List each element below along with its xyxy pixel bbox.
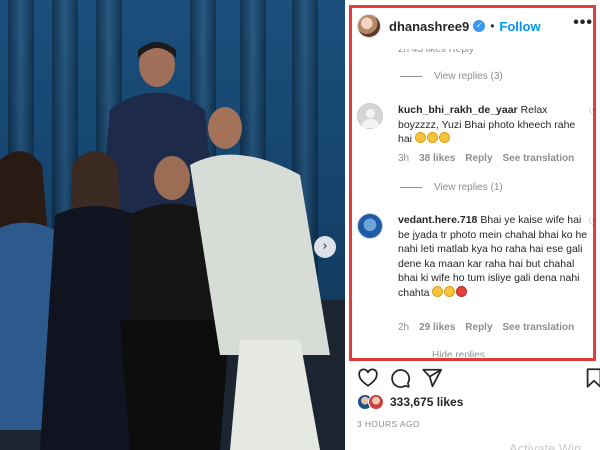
likes-summary: 333,675 likes (357, 394, 463, 410)
reply-thread-line (400, 76, 422, 77)
view-replies-button[interactable]: View replies (1) (400, 182, 503, 193)
comment-text-block: vedant.here.718 Bhai ye kaise wife hai b… (398, 213, 590, 300)
follow-button[interactable]: Follow (499, 19, 540, 34)
comment-item: vedant.here.718 Bhai ye kaise wife hai b… (357, 213, 597, 338)
share-paper-plane-icon[interactable] (421, 367, 443, 389)
post-header: dhanashree9 ✓ • Follow ••• (357, 10, 597, 42)
author-username[interactable]: dhanashree9 (389, 19, 469, 34)
commenter-avatar[interactable] (357, 213, 383, 239)
reply-thread-line (400, 187, 422, 188)
comment-text: Bhai ye kaise wife hai be jyada tr photo… (398, 214, 588, 299)
view-replies-button[interactable]: View replies (3) (400, 71, 503, 82)
more-options-icon[interactable]: ••• (573, 14, 593, 32)
commenter-username[interactable]: vedant.here.718 (398, 214, 477, 226)
liker-avatar (368, 394, 384, 410)
like-heart-icon[interactable] (357, 367, 379, 389)
post-photo: › (0, 0, 345, 450)
comment-meta: 3h 38 likes Reply See translation (398, 153, 574, 164)
comment-time: 3h (398, 153, 410, 164)
screaming-face-emoji-icon (432, 285, 444, 297)
comment-like-heart-icon[interactable]: ♡ (588, 107, 597, 118)
view-replies-label: View replies (3) (434, 71, 503, 82)
os-activation-watermark: Activate Win (509, 441, 582, 450)
comment-time: 2h (398, 322, 410, 333)
tears-of-joy-emoji-icon (426, 132, 438, 143)
comment-likes[interactable]: 38 likes (419, 153, 455, 164)
tears-of-joy-emoji-icon (438, 132, 450, 143)
comment-reply-button[interactable]: Reply (465, 153, 492, 164)
post-action-bar (357, 367, 600, 391)
verified-badge-icon: ✓ (473, 20, 486, 32)
comment-reply-button[interactable]: Reply (465, 322, 492, 333)
post-timestamp[interactable]: 3 HOURS AGO (357, 419, 420, 429)
see-translation-button[interactable]: See translation (503, 153, 575, 164)
save-bookmark-icon[interactable] (583, 367, 600, 389)
screaming-face-emoji-icon (444, 285, 456, 297)
view-replies-label: View replies (1) (434, 182, 503, 193)
comment-likes[interactable]: 29 likes (419, 322, 455, 333)
comment-like-heart-icon[interactable]: ♡ (588, 217, 597, 228)
pouting-face-emoji-icon (456, 285, 468, 297)
comment-item: kuch_bhi_rakh_de_yaar Relax boyzzzz, Yuz… (357, 103, 597, 173)
likes-count[interactable]: 333,675 likes (390, 395, 463, 409)
group-people-illustration (0, 42, 345, 450)
commenter-avatar[interactable] (357, 103, 383, 129)
author-avatar[interactable] (357, 14, 381, 38)
comment-text-block: kuch_bhi_rakh_de_yaar Relax boyzzzz, Yuz… (398, 103, 590, 147)
comment-meta: 2h 29 likes Reply See translation (398, 322, 574, 333)
carousel-next-button[interactable]: › (314, 236, 336, 258)
commenter-username[interactable]: kuch_bhi_rakh_de_yaar (398, 104, 518, 116)
header-separator: • (490, 19, 495, 33)
see-translation-button[interactable]: See translation (503, 322, 575, 333)
tears-of-joy-emoji-icon (414, 132, 426, 143)
comment-bubble-icon[interactable] (389, 367, 411, 389)
